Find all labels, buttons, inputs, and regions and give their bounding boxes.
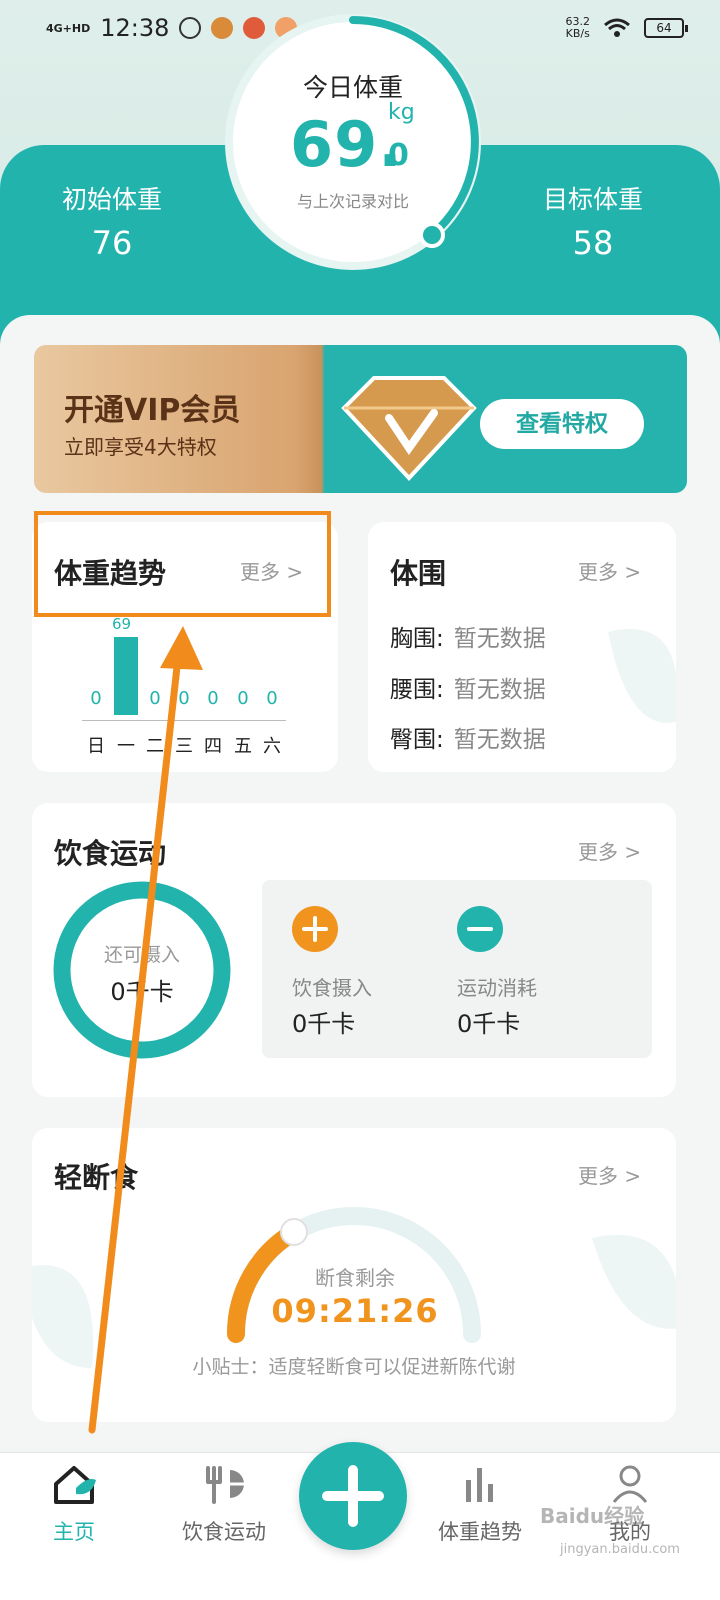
add-exercise-button[interactable] <box>457 906 503 952</box>
baidu-watermark: Baidu经验 <box>540 1504 645 1528</box>
chart-axis <box>82 720 286 721</box>
initial-weight-label: 初始体重 <box>61 185 162 214</box>
day-label: 六 <box>263 736 281 757</box>
plus-icon <box>322 1465 384 1527</box>
day-label: 三 <box>175 736 193 757</box>
nav-home[interactable]: 主页 <box>14 1462 134 1546</box>
today-weight-value: 69. <box>290 108 403 181</box>
clock: 12:38 <box>100 14 170 42</box>
annotation-highlight-box <box>34 511 331 617</box>
diamond-icon <box>341 376 477 481</box>
initial-weight-value: 76 <box>91 224 133 262</box>
vip-subtitle: 立即享受4大特权 <box>64 435 217 459</box>
target-weight[interactable]: 目标体重 58 <box>503 180 683 262</box>
fasting-more-link[interactable]: 更多 > <box>578 1160 641 1189</box>
nav-weight-trend[interactable]: 体重趋势 <box>420 1462 540 1546</box>
add-food-button[interactable] <box>292 906 338 952</box>
day-label: 日 <box>87 736 105 757</box>
exercise-burn-value: 0千卡 <box>457 1010 521 1038</box>
home-icon <box>54 1466 96 1504</box>
fasting-title: 轻断食 <box>54 1161 139 1194</box>
weight-unit: kg <box>388 100 415 125</box>
hip-row: 臀围: 暂无数据 <box>390 727 546 753</box>
chest-row: 胸围: 暂无数据 <box>390 626 546 652</box>
notification-icon <box>179 17 202 39</box>
network-indicator: 4G+HD <box>46 21 91 35</box>
network-speed: 63.2 KB/s <box>565 15 591 40</box>
remaining-calories-value: 0千卡 <box>110 978 174 1006</box>
food-intake-label: 饮食摄入 <box>292 976 372 1000</box>
nav-diet-exercise[interactable]: 饮食运动 <box>164 1462 284 1546</box>
fasting-remaining-time: 09:21:26 <box>271 1292 439 1330</box>
initial-weight[interactable]: 初始体重 76 <box>22 180 202 262</box>
bar-value: 0 <box>237 688 249 709</box>
today-weight-decimal: 0 <box>388 138 409 173</box>
waist-row: 腰围: 暂无数据 <box>390 677 546 703</box>
today-weight-label: 今日体重 <box>302 73 403 102</box>
remaining-calories-label: 还可摄入 <box>103 944 180 966</box>
food-intake-value: 0千卡 <box>292 1010 356 1038</box>
target-weight-value: 58 <box>572 224 614 262</box>
compare-text: 与上次记录对比 <box>296 192 409 211</box>
fasting-remaining-label: 断食剩余 <box>315 1266 395 1290</box>
battery-indicator: 64 <box>644 18 688 38</box>
minus-icon <box>467 927 493 931</box>
wifi-icon <box>604 18 630 37</box>
target-weight-label: 目标体重 <box>542 185 643 214</box>
vip-title: 开通VIP会员 <box>64 393 241 428</box>
calorie-ring <box>53 881 231 1059</box>
bar-value-top: 69 <box>112 615 132 633</box>
day-label: 二 <box>146 736 164 757</box>
baidu-watermark-url: jingyan.baidu.com <box>560 1542 680 1557</box>
day-label: 五 <box>234 736 252 757</box>
exercise-burn-label: 运动消耗 <box>457 976 537 1000</box>
day-label: 一 <box>117 736 135 757</box>
fork-knife-icon <box>206 1466 244 1504</box>
bar-value: 0 <box>90 688 102 709</box>
vip-banner[interactable]: 开通VIP会员 立即享受4大特权 查看特权 <box>34 345 687 493</box>
day-label: 四 <box>204 736 222 757</box>
bar-value: 0 <box>178 688 190 709</box>
plus-icon <box>302 916 328 942</box>
bar-monday <box>114 637 138 715</box>
diet-exercise-more-link[interactable]: 更多 > <box>578 836 641 865</box>
fasting-tip: 小贴士：适度轻断食可以促进新陈代谢 <box>192 1356 516 1378</box>
add-record-button[interactable] <box>299 1442 407 1550</box>
bar-chart-icon <box>466 1468 493 1502</box>
bar-value: 0 <box>149 688 161 709</box>
diet-exercise-title: 饮食运动 <box>54 837 167 870</box>
bar-value: 0 <box>207 688 219 709</box>
girth-more-link[interactable]: 更多 > <box>578 556 641 585</box>
girth-title: 体围 <box>390 557 447 590</box>
view-privileges-button[interactable]: 查看特权 <box>480 399 644 449</box>
bar-value: 0 <box>266 688 278 709</box>
